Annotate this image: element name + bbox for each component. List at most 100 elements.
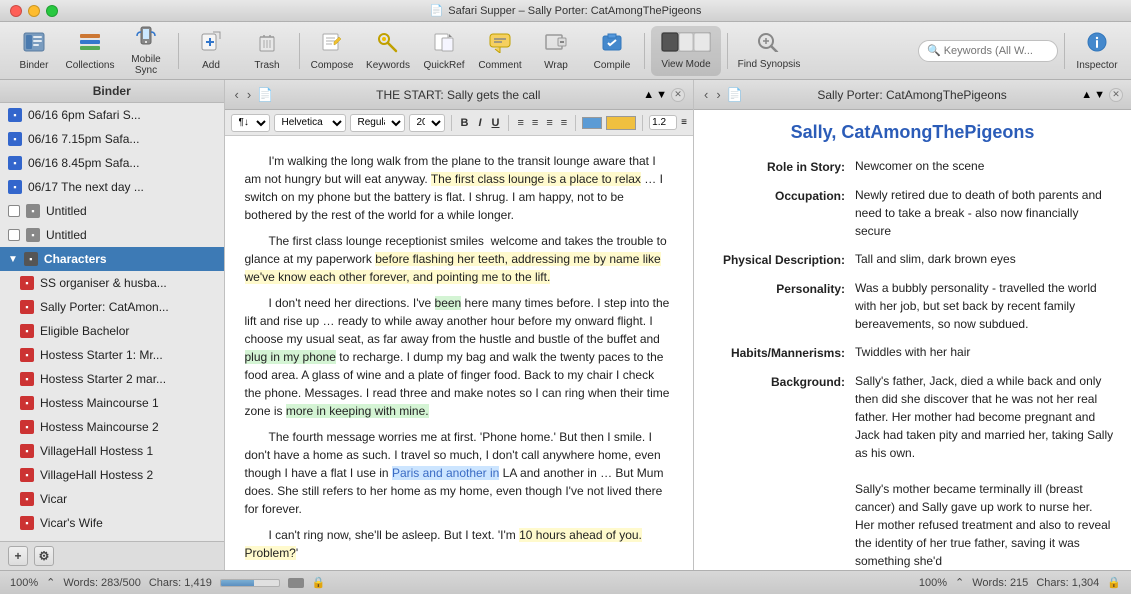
right-panel-back[interactable]: ‹ — [702, 87, 710, 102]
compile-button[interactable]: Compile — [586, 26, 638, 76]
left-editor-content[interactable]: I'm walking the long walk from the plane… — [225, 136, 694, 570]
align-center-button[interactable]: ≡ — [530, 117, 540, 129]
align-left-button[interactable]: ≡ — [515, 117, 525, 129]
sidebar-item-vicar[interactable]: ▪ Vicar — [0, 487, 224, 511]
right-panel-close[interactable]: ✕ — [1109, 88, 1123, 102]
inspector-icon — [1085, 31, 1109, 57]
sidebar-item-char9[interactable]: ▪ VillageHall Hostess 2 — [0, 463, 224, 487]
right-panel-forward[interactable]: › — [714, 87, 722, 102]
font-select[interactable]: Helvetica — [274, 114, 346, 132]
comment-button[interactable]: Comment — [474, 26, 526, 76]
sidebar-item-char7[interactable]: ▪ Hostess Maincourse 2 — [0, 415, 224, 439]
inspector-button[interactable]: Inspector — [1071, 26, 1123, 76]
wrap-button[interactable]: Wrap — [530, 26, 582, 76]
add-button[interactable]: Add — [185, 26, 237, 76]
char-icon-4: ▪ — [20, 348, 34, 362]
align-right-button[interactable]: ≡ — [544, 117, 554, 129]
separator-3 — [644, 33, 645, 69]
sidebar-item-1[interactable]: ▪ 06/16 6pm Safari S... — [0, 103, 224, 127]
wrap-icon — [544, 31, 568, 57]
separator-2 — [299, 33, 300, 69]
quickref-button[interactable]: QuickRef — [418, 26, 470, 76]
find-synopsis-button[interactable]: Find Synopsis — [734, 26, 804, 76]
right-panel-up-arrow[interactable]: ▲ — [1081, 89, 1092, 101]
sidebar-item-char5[interactable]: ▪ Hostess Starter 2 mar... — [0, 367, 224, 391]
underline-button[interactable]: U — [489, 117, 503, 129]
main-area: Binder ▪ 06/16 6pm Safari S... ▪ 06/16 7… — [0, 80, 1131, 570]
size-select[interactable]: 20 — [409, 114, 445, 132]
left-zoom[interactable]: 100% — [10, 577, 38, 589]
right-zoom-stepper[interactable]: ⌃ — [955, 576, 964, 589]
sidebar-item-char1[interactable]: ▪ SS organiser & husba... — [0, 271, 224, 295]
maximize-button[interactable] — [46, 5, 58, 17]
sidebar-footer: + ⚙ — [0, 541, 224, 570]
sidebar-group-label: Characters — [44, 252, 107, 266]
italic-button[interactable]: I — [475, 117, 484, 129]
sidebar-char-label-2: Sally Porter: CatAmon... — [40, 300, 169, 314]
field-value-5[interactable]: Sally's father, Jack, died a while back … — [855, 372, 1115, 570]
bold-button[interactable]: B — [458, 117, 472, 129]
left-panel-back[interactable]: ‹ — [233, 87, 241, 102]
toolbar: Binder Collections Mobile Sync Add Trash… — [0, 22, 1131, 80]
search-input[interactable] — [944, 45, 1049, 57]
right-zoom[interactable]: 100% — [919, 577, 947, 589]
spacing-stepper[interactable]: ≡ — [681, 117, 687, 128]
sidebar-item-2[interactable]: ▪ 06/16 7.15pm Safa... — [0, 127, 224, 151]
left-panel-close[interactable]: ✕ — [671, 88, 685, 102]
field-value-1[interactable]: Newly retired due to death of both paren… — [855, 186, 1115, 240]
field-value-3[interactable]: Was a bubbly personality - travelled the… — [855, 279, 1115, 333]
char-icon-7: ▪ — [20, 420, 34, 434]
left-panel-up-arrow[interactable]: ▲ — [643, 89, 654, 101]
align-justify-button[interactable]: ≡ — [559, 117, 569, 129]
add-icon — [199, 31, 223, 57]
checkbox-2[interactable] — [8, 229, 20, 241]
inspector-content[interactable]: Sally, CatAmongThePigeons Role in Story:… — [694, 110, 1131, 570]
left-zoom-stepper[interactable]: ⌃ — [46, 576, 55, 589]
compose-button[interactable]: Compose — [306, 26, 358, 76]
sidebar-item-char3[interactable]: ▪ Eligible Bachelor — [0, 319, 224, 343]
document-icon: 📄 — [430, 4, 444, 17]
right-panel-down-arrow[interactable]: ▼ — [1094, 89, 1105, 101]
view-mode-button[interactable]: View Mode — [651, 26, 721, 76]
sidebar-item-3[interactable]: ▪ 06/16 8.45pm Safa... — [0, 151, 224, 175]
sidebar-item-char6[interactable]: ▪ Hostess Maincourse 1 — [0, 391, 224, 415]
sidebar-item-label-1: 06/16 6pm Safari S... — [28, 108, 141, 122]
left-panel-down-arrow[interactable]: ▼ — [656, 89, 667, 101]
trash-button[interactable]: Trash — [241, 26, 293, 76]
window-controls[interactable] — [10, 5, 58, 17]
field-value-2[interactable]: Tall and slim, dark brown eyes — [855, 250, 1115, 269]
line-spacing-input[interactable] — [649, 115, 677, 130]
sidebar-item-4[interactable]: ▪ 06/17 The next day ... — [0, 175, 224, 199]
sidebar-item-char2[interactable]: ▪ Sally Porter: CatAmon... — [0, 295, 224, 319]
sidebar-item-vicars-wife[interactable]: ▪ Vicar's Wife — [0, 511, 224, 535]
field-value-4[interactable]: Twiddles with her hair — [855, 343, 1115, 362]
mobile-sync-button[interactable]: Mobile Sync — [120, 26, 172, 76]
text-color-box[interactable] — [582, 117, 602, 129]
weight-select[interactable]: Regular — [350, 114, 405, 132]
sidebar-list: ▪ 06/16 6pm Safari S... ▪ 06/16 7.15pm S… — [0, 103, 224, 541]
content-para-1: I'm walking the long walk from the plane… — [245, 152, 674, 224]
sidebar-item-char4[interactable]: ▪ Hostess Starter 1: Mr... — [0, 343, 224, 367]
field-value-0[interactable]: Newcomer on the scene — [855, 157, 1115, 176]
sidebar-settings-button[interactable]: ⚙ — [34, 546, 54, 566]
left-panel-forward[interactable]: › — [245, 87, 253, 102]
field-label-1: Occupation: — [710, 186, 855, 240]
search-box[interactable]: 🔍 — [918, 40, 1058, 62]
binder-button[interactable]: Binder — [8, 26, 60, 76]
collections-button[interactable]: Collections — [64, 26, 116, 76]
group-triangle-icon: ▼ — [8, 254, 18, 265]
char-icon-1: ▪ — [20, 276, 34, 290]
char-icon-3: ▪ — [20, 324, 34, 338]
keywords-button[interactable]: Keywords — [362, 26, 414, 76]
checkbox-1[interactable] — [8, 205, 20, 217]
right-panel-doc-icon: 📄 — [727, 87, 743, 103]
close-button[interactable] — [10, 5, 22, 17]
sidebar-item-char8[interactable]: ▪ VillageHall Hostess 1 — [0, 439, 224, 463]
highlight-color-box[interactable] — [606, 116, 636, 130]
sidebar-item-untitled-1[interactable]: ▪ Untitled — [0, 199, 224, 223]
sidebar-group-characters[interactable]: ▼ ▪ Characters — [0, 247, 224, 271]
sidebar-add-button[interactable]: + — [8, 546, 28, 566]
minimize-button[interactable] — [28, 5, 40, 17]
sidebar-item-untitled-2[interactable]: ▪ Untitled — [0, 223, 224, 247]
paragraph-style-select[interactable]: ¶↓ — [231, 114, 270, 132]
